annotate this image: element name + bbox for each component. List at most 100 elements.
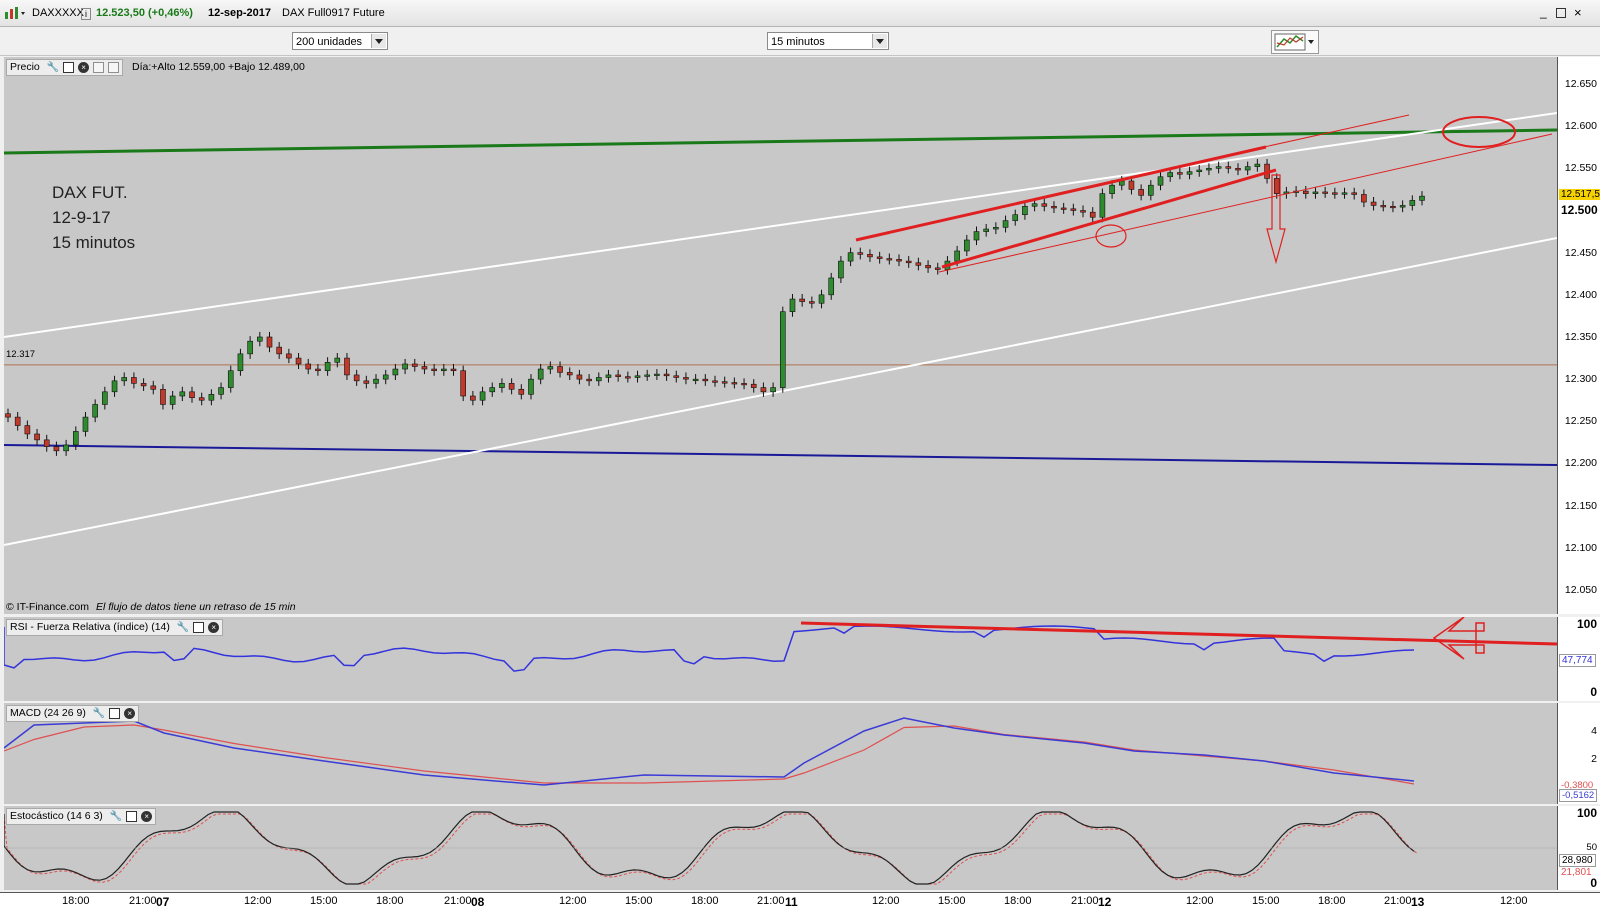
stochastic-chart[interactable] — [4, 806, 1557, 890]
candle-body — [1361, 194, 1367, 203]
candle-body — [92, 404, 98, 418]
wrench-icon[interactable]: 🔧 — [110, 811, 122, 822]
candle-body — [1322, 191, 1328, 194]
macd-chart[interactable] — [4, 703, 1557, 804]
time-tick-label: 21:00 — [129, 895, 157, 907]
candle-body — [566, 372, 573, 376]
maximize-panel-icon[interactable] — [126, 810, 138, 822]
time-tick-label: 08 — [471, 895, 485, 909]
paste-icon[interactable] — [108, 61, 120, 73]
macd-panel-title: MACD (24 26 9) — [10, 707, 86, 719]
rsi-chart[interactable] — [4, 617, 1557, 701]
time-tick-label: 12:00 — [1186, 895, 1214, 907]
close-panel-icon[interactable]: × — [78, 61, 90, 73]
candle-body — [634, 375, 641, 378]
candle-body — [692, 378, 699, 381]
maximize-panel-icon[interactable] — [193, 621, 205, 633]
chevron-down-icon[interactable] — [872, 34, 887, 48]
time-tick-label: 21:00 — [757, 895, 785, 907]
red-channel-upper — [855, 145, 1267, 242]
candle-body — [140, 383, 147, 387]
time-tick-label: 18:00 — [1318, 895, 1346, 907]
candle-body — [799, 298, 805, 302]
minimize-button[interactable]: _ — [1540, 5, 1547, 19]
price-panel[interactable]: Precio 🔧 × Día:+Alto 12.559,00 +Bajo 12.4… — [4, 57, 1557, 614]
candle-body — [373, 378, 379, 384]
candle-body — [712, 380, 718, 383]
interval-select[interactable]: 15 minutos — [767, 32, 889, 50]
time-tick-label: 18:00 — [376, 895, 404, 907]
current-price-label: 12.500 — [1561, 203, 1598, 217]
candle-body — [770, 387, 776, 393]
close-panel-icon[interactable]: × — [124, 707, 136, 719]
instrument-name: DAX Full0917 Future — [282, 7, 385, 19]
chart-type-button[interactable] — [1271, 30, 1319, 54]
candle-body — [595, 377, 602, 382]
candle-body — [1060, 207, 1067, 210]
candle-body — [276, 346, 282, 355]
chart-app-icon[interactable] — [4, 6, 25, 19]
candles — [5, 159, 1425, 456]
chevron-down-icon[interactable] — [371, 34, 386, 48]
candle-body — [721, 381, 728, 384]
rsi-panel[interactable]: RSI - Fuerza Relativa (índice) (14) 🔧 × — [4, 617, 1557, 701]
copy-icon[interactable] — [93, 61, 105, 73]
units-select[interactable]: 200 unidades — [292, 32, 388, 50]
candle-body — [896, 259, 902, 262]
close-window-button[interactable]: × — [1574, 5, 1582, 20]
candle-body — [886, 258, 893, 261]
stochastic-panel[interactable]: Estocástico (14 6 3) 🔧 × — [4, 806, 1557, 890]
wrench-icon[interactable]: 🔧 — [93, 708, 105, 719]
price-tick-label: 12.650 — [1564, 78, 1597, 90]
wrench-icon[interactable]: 🔧 — [177, 622, 189, 633]
time-tick-label: 15:00 — [625, 895, 653, 907]
candle-body — [286, 353, 292, 359]
candle-body — [1041, 203, 1048, 207]
price-axis: 12.650 12.600 12.550 12.450 12.400 12.350 12.3… — [1557, 57, 1600, 614]
rsi-panel-header: RSI - Fuerza Relativa (índice) (14) 🔧 × — [6, 619, 224, 636]
maximize-panel-icon[interactable] — [109, 707, 121, 719]
price-tick-label: 12.450 — [1564, 246, 1597, 259]
price-tick-label: 12.100 — [1564, 541, 1597, 554]
candle-body — [983, 228, 989, 232]
candle-body — [934, 267, 941, 270]
candle-body — [1080, 210, 1086, 213]
candle-body — [1370, 201, 1377, 206]
info-icon[interactable]: i — [81, 8, 91, 20]
maximize-panel-icon[interactable] — [63, 61, 75, 73]
macd-axis: 4 2 -0,3800 -0,5162 — [1557, 703, 1600, 804]
candle-body — [1148, 184, 1154, 196]
price-panel-title: Precio — [10, 61, 40, 73]
candle-body — [557, 366, 563, 373]
wrench-icon[interactable]: 🔧 — [47, 62, 59, 73]
candle-body — [1099, 193, 1106, 218]
candle-body — [1196, 169, 1203, 173]
candle-body — [315, 368, 321, 372]
annotation-line-3: 15 minutos — [52, 233, 136, 252]
candle-body — [1002, 220, 1009, 228]
price-chart[interactable] — [4, 57, 1557, 614]
candle-body — [363, 380, 370, 384]
restore-button[interactable] — [1556, 8, 1566, 18]
time-tick-label: 15:00 — [1252, 895, 1280, 907]
stochastic-panel-header: Estocástico (14 6 3) 🔧 × — [6, 808, 157, 825]
stochastic-panel-title: Estocástico (14 6 3) — [10, 810, 103, 822]
candle-body — [1128, 180, 1135, 190]
close-panel-icon[interactable]: × — [208, 621, 220, 633]
close-panel-icon[interactable]: × — [141, 810, 153, 822]
candle-body — [102, 391, 108, 405]
time-tick-label: 15:00 — [310, 895, 338, 907]
candle-body — [266, 336, 273, 348]
rsi-left-arrow — [1432, 617, 1485, 660]
macd-tick-2: 2 — [1591, 753, 1597, 765]
candle-body — [508, 383, 515, 390]
candle-body — [169, 395, 176, 405]
macd-panel[interactable]: MACD (24 26 9) 🔧 × — [4, 703, 1557, 804]
time-tick-label: 21:00 — [1384, 895, 1412, 907]
candle-body — [344, 357, 350, 376]
stochastic-axis: 100 50 28,980 21,801 0 — [1557, 806, 1600, 890]
stoch-k-value: 28,980 — [1559, 854, 1596, 867]
candle-body — [53, 446, 60, 452]
candle-body — [421, 366, 428, 370]
time-tick-label: 21:00 — [1071, 895, 1099, 907]
